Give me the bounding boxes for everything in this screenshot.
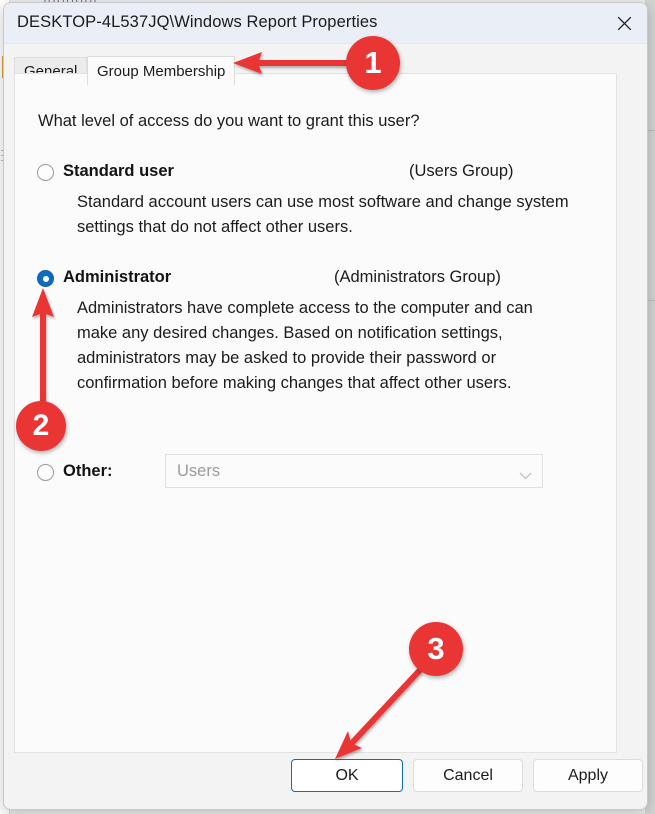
tab-group-membership-label: Group Membership <box>97 62 226 80</box>
option-administrator-description: Administrators have complete access to t… <box>77 299 533 392</box>
option-standard-user-label[interactable]: Standard user <box>63 162 174 181</box>
option-standard-user: Standard user (Users Group) Standard acc… <box>37 162 597 236</box>
apply-button[interactable]: Apply <box>533 759 643 792</box>
dialog-title: DESKTOP-4L537JQ\Windows Report Propertie… <box>17 13 378 31</box>
option-standard-user-group: (Users Group) <box>409 162 514 180</box>
group-select-value: Users <box>177 462 221 480</box>
tab-content-panel: What level of access do you want to gran… <box>14 73 617 753</box>
group-select[interactable]: Users <box>165 454 543 488</box>
option-administrator-row: Administrator (Administrators Group) <box>37 268 597 290</box>
properties-dialog: DESKTOP-4L537JQ\Windows Report Propertie… <box>3 2 648 810</box>
option-standard-user-description: Standard account users can use most soft… <box>77 193 569 236</box>
option-standard-user-row: Standard user (Users Group) <box>37 162 597 184</box>
close-icon[interactable] <box>601 3 647 43</box>
ok-button[interactable]: OK <box>291 759 403 792</box>
radio-other[interactable] <box>37 464 54 481</box>
option-other-label[interactable]: Other: <box>63 462 113 481</box>
tab-group-membership[interactable]: Group Membership <box>87 56 236 85</box>
dialog-footer: OK Cancel Apply <box>4 751 647 809</box>
dialog-titlebar: DESKTOP-4L537JQ\Windows Report Propertie… <box>4 3 647 44</box>
option-administrator-group: (Administrators Group) <box>334 268 501 286</box>
radio-administrator[interactable] <box>37 270 54 287</box>
access-level-question: What level of access do you want to gran… <box>38 112 420 130</box>
cancel-button[interactable]: Cancel <box>413 759 523 792</box>
radio-standard-user[interactable] <box>37 164 54 181</box>
option-administrator-label[interactable]: Administrator <box>63 268 171 287</box>
option-administrator: Administrator (Administrators Group) Adm… <box>37 268 597 392</box>
chevron-down-icon <box>519 467 532 485</box>
